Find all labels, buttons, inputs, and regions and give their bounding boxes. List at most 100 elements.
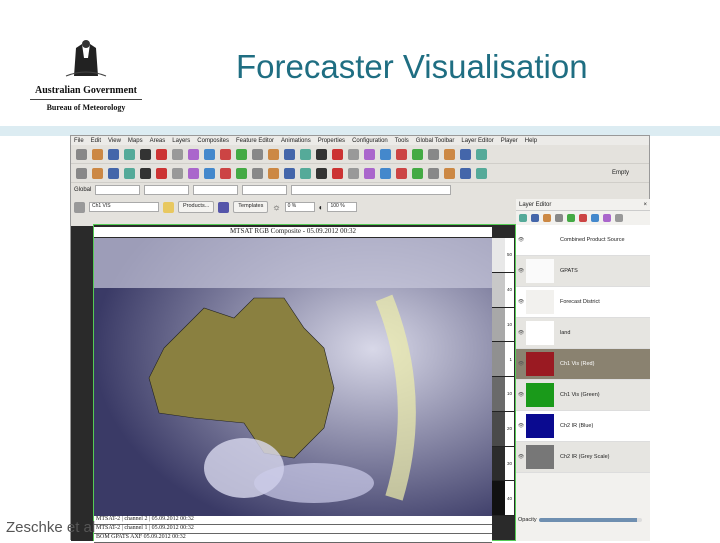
- toolbar-tool-icon[interactable]: [108, 167, 119, 179]
- menu-item[interactable]: Edit: [91, 138, 101, 144]
- menu-item[interactable]: Composites: [197, 138, 229, 144]
- palette-icon[interactable]: [218, 201, 230, 213]
- toolbar-tool-icon[interactable]: [284, 167, 295, 179]
- toolbar-tool-icon[interactable]: [412, 148, 423, 160]
- toolbar-tool-icon[interactable]: [316, 167, 327, 179]
- menu-item[interactable]: Layers: [172, 138, 190, 144]
- toolbar-tool-icon[interactable]: [268, 167, 279, 179]
- toolbar-tool-icon[interactable]: [140, 167, 151, 179]
- menu-item[interactable]: Global Toolbar: [416, 138, 455, 144]
- toolbar-tool-icon[interactable]: [252, 167, 263, 179]
- global-combo-1[interactable]: [95, 185, 141, 195]
- products-button[interactable]: Products...: [178, 201, 215, 213]
- menu-item[interactable]: Layer Editor: [461, 138, 493, 144]
- toolbar-tool-icon[interactable]: [172, 167, 183, 179]
- toolbar-tool-icon[interactable]: [124, 148, 135, 160]
- toolbar-tool-icon[interactable]: [444, 148, 455, 160]
- global-combo-2[interactable]: [144, 185, 190, 195]
- toolbar-tool-icon[interactable]: [460, 148, 471, 160]
- layer-item[interactable]: 👁 Combined Product Source: [516, 225, 650, 256]
- opacity-track[interactable]: [538, 518, 642, 522]
- menu-item[interactable]: Animations: [281, 138, 311, 144]
- layer-tool-icon[interactable]: [555, 214, 563, 222]
- satellite-icon[interactable]: [74, 201, 85, 213]
- toolbar-tool-icon[interactable]: [396, 167, 407, 179]
- layer-tool-icon[interactable]: [567, 214, 575, 222]
- layer-item[interactable]: 👁 land: [516, 318, 650, 349]
- toolbar-tool-icon[interactable]: [204, 167, 215, 179]
- layer-item[interactable]: 👁 Ch2 IR (Blue): [516, 411, 650, 442]
- templates-button[interactable]: Templates: [233, 201, 269, 213]
- layer-tool-icon[interactable]: [519, 214, 527, 222]
- layer-tool-icon[interactable]: [603, 214, 611, 222]
- toolbar-tool-icon[interactable]: [188, 167, 199, 179]
- toolbar-tool-icon[interactable]: [428, 167, 439, 179]
- toolbar-tool-icon[interactable]: [108, 148, 119, 160]
- global-combo-4[interactable]: [242, 185, 288, 195]
- toolbar-tool-icon[interactable]: [332, 148, 343, 160]
- folder-icon[interactable]: [163, 201, 174, 213]
- satellite-image[interactable]: [94, 238, 492, 516]
- toolbar-tool-icon[interactable]: [204, 148, 215, 160]
- toolbar-tool-icon[interactable]: [92, 167, 103, 179]
- menu-item[interactable]: Maps: [128, 138, 143, 144]
- toolbar-tool-icon[interactable]: [364, 167, 375, 179]
- brightness-field[interactable]: 0 %: [284, 202, 315, 212]
- toolbar-tool-icon[interactable]: [156, 167, 167, 179]
- layer-item[interactable]: 👁 GPATS: [516, 256, 650, 287]
- layer-item[interactable]: 👁 Ch1 Vis (Green): [516, 380, 650, 411]
- toolbar-tool-icon[interactable]: [188, 148, 199, 160]
- toolbar-tool-icon[interactable]: [380, 148, 391, 160]
- toolbar-tool-icon[interactable]: [140, 148, 151, 160]
- global-combo-3[interactable]: [193, 185, 239, 195]
- toolbar-tool-icon[interactable]: [316, 148, 327, 160]
- toolbar-tool-icon[interactable]: [220, 148, 231, 160]
- layer-item[interactable]: 👁 Ch2 IR (Grey Scale): [516, 442, 650, 473]
- visibility-eye-icon[interactable]: 👁: [516, 268, 526, 274]
- toolbar-tool-icon[interactable]: [124, 167, 135, 179]
- layer-tool-icon[interactable]: [579, 214, 587, 222]
- visibility-eye-icon[interactable]: 👁: [516, 454, 526, 460]
- toolbar-tool-icon[interactable]: [364, 148, 375, 160]
- menu-item[interactable]: Configuration: [352, 138, 388, 144]
- toolbar-tool-icon[interactable]: [444, 167, 455, 179]
- toolbar-tool-icon[interactable]: [284, 148, 295, 160]
- toolbar-tool-icon[interactable]: [300, 148, 311, 160]
- layer-tool-icon[interactable]: [615, 214, 623, 222]
- visibility-eye-icon[interactable]: 👁: [516, 423, 526, 429]
- toolbar-tool-icon[interactable]: [428, 148, 439, 160]
- toolbar-tool-icon[interactable]: [252, 148, 263, 160]
- toolbar-tool-icon[interactable]: [76, 148, 87, 160]
- close-panel-icon[interactable]: ×: [643, 202, 647, 208]
- toolbar-tool-icon[interactable]: [412, 167, 423, 179]
- toolbar-tool-icon[interactable]: [476, 167, 487, 179]
- toolbar-tool-icon[interactable]: [476, 148, 487, 160]
- visibility-eye-icon[interactable]: 👁: [516, 299, 526, 305]
- contrast-field[interactable]: 100 %: [327, 202, 358, 212]
- toolbar-tool-icon[interactable]: [92, 148, 103, 160]
- menu-item[interactable]: Help: [525, 138, 537, 144]
- layer-item[interactable]: 👁 Forecast District: [516, 287, 650, 318]
- menu-item[interactable]: Areas: [150, 138, 166, 144]
- visibility-eye-icon[interactable]: 👁: [516, 237, 526, 243]
- toolbar-tool-icon[interactable]: [380, 167, 391, 179]
- toolbar-tool-icon[interactable]: [348, 148, 359, 160]
- toolbar-tool-icon[interactable]: [220, 167, 231, 179]
- toolbar-tool-icon[interactable]: [268, 148, 279, 160]
- toolbar-tool-icon[interactable]: [76, 167, 87, 179]
- toolbar-tool-icon[interactable]: [236, 148, 247, 160]
- menu-item[interactable]: Tools: [395, 138, 409, 144]
- toolbar-tool-icon[interactable]: [332, 167, 343, 179]
- menu-item[interactable]: File: [74, 138, 84, 144]
- global-combo-5[interactable]: [291, 185, 452, 195]
- toolbar-tool-icon[interactable]: [300, 167, 311, 179]
- toolbar-tool-icon[interactable]: [396, 148, 407, 160]
- map-view[interactable]: MTSAT RGB Composite - 05.09.2012 00:32 5…: [93, 224, 516, 543]
- menu-item[interactable]: Player: [501, 138, 518, 144]
- channel-select[interactable]: Ch1 VIS: [89, 202, 159, 212]
- visibility-eye-icon[interactable]: 👁: [516, 392, 526, 398]
- toolbar-tool-icon[interactable]: [156, 148, 167, 160]
- layer-tool-icon[interactable]: [531, 214, 539, 222]
- toolbar-tool-icon[interactable]: [236, 167, 247, 179]
- toolbar-tool-icon[interactable]: [172, 148, 183, 160]
